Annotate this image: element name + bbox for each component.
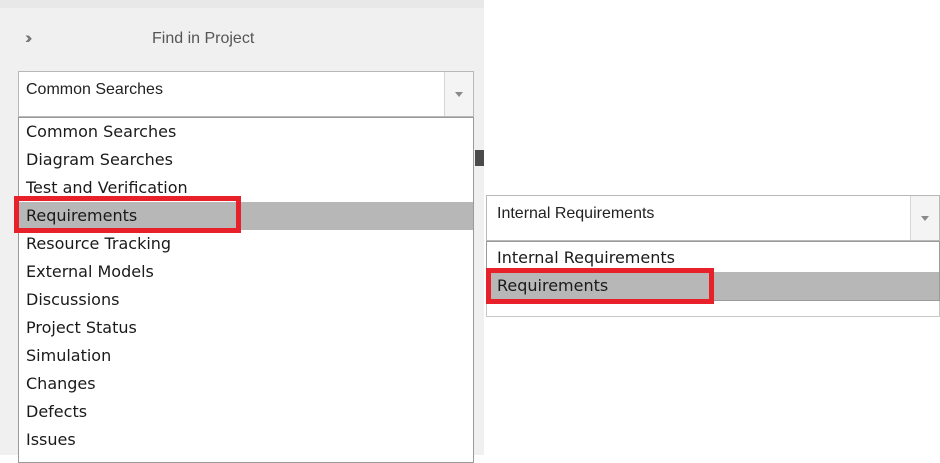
list-item[interactable]: Project Status (19, 314, 473, 342)
double-chevron-right-icon[interactable]: ›› (25, 28, 33, 48)
list-item[interactable]: Simulation (19, 342, 473, 370)
list-item[interactable]: Changes (19, 370, 473, 398)
list-item[interactable]: Defects (19, 398, 473, 426)
list-item[interactable]: External Models (19, 258, 473, 286)
list-item[interactable]: Diagram Searches (19, 146, 473, 174)
list-item[interactable]: Requirements (487, 272, 939, 300)
find-in-project-panel: ›› Find in Project Common Searches Commo… (0, 0, 484, 463)
list-item[interactable]: Resource Tracking (19, 230, 473, 258)
list-item[interactable]: Internal Requirements (487, 244, 939, 272)
list-item[interactable]: Common Searches (19, 118, 473, 146)
search-category-select[interactable]: Common Searches (18, 71, 474, 117)
search-category-value: Common Searches (26, 81, 163, 98)
search-category-list: Common Searches Diagram Searches Test and … (18, 117, 474, 463)
background-fragment (475, 150, 484, 166)
panel-title: Find in Project (152, 30, 255, 47)
list-item[interactable]: Test and Verification (19, 174, 473, 202)
requirements-type-value: Internal Requirements (497, 205, 655, 222)
list-item[interactable]: Issues (19, 426, 473, 454)
chevron-down-icon[interactable] (910, 196, 939, 240)
list-bottom-fragment (486, 301, 940, 317)
list-item[interactable]: Discussions (19, 286, 473, 314)
list-item[interactable]: Requirements (19, 202, 473, 230)
chevron-down-icon[interactable] (444, 72, 473, 116)
requirements-type-list: Internal Requirements Requirements (486, 241, 940, 301)
requirements-type-select[interactable]: Internal Requirements (486, 195, 940, 241)
